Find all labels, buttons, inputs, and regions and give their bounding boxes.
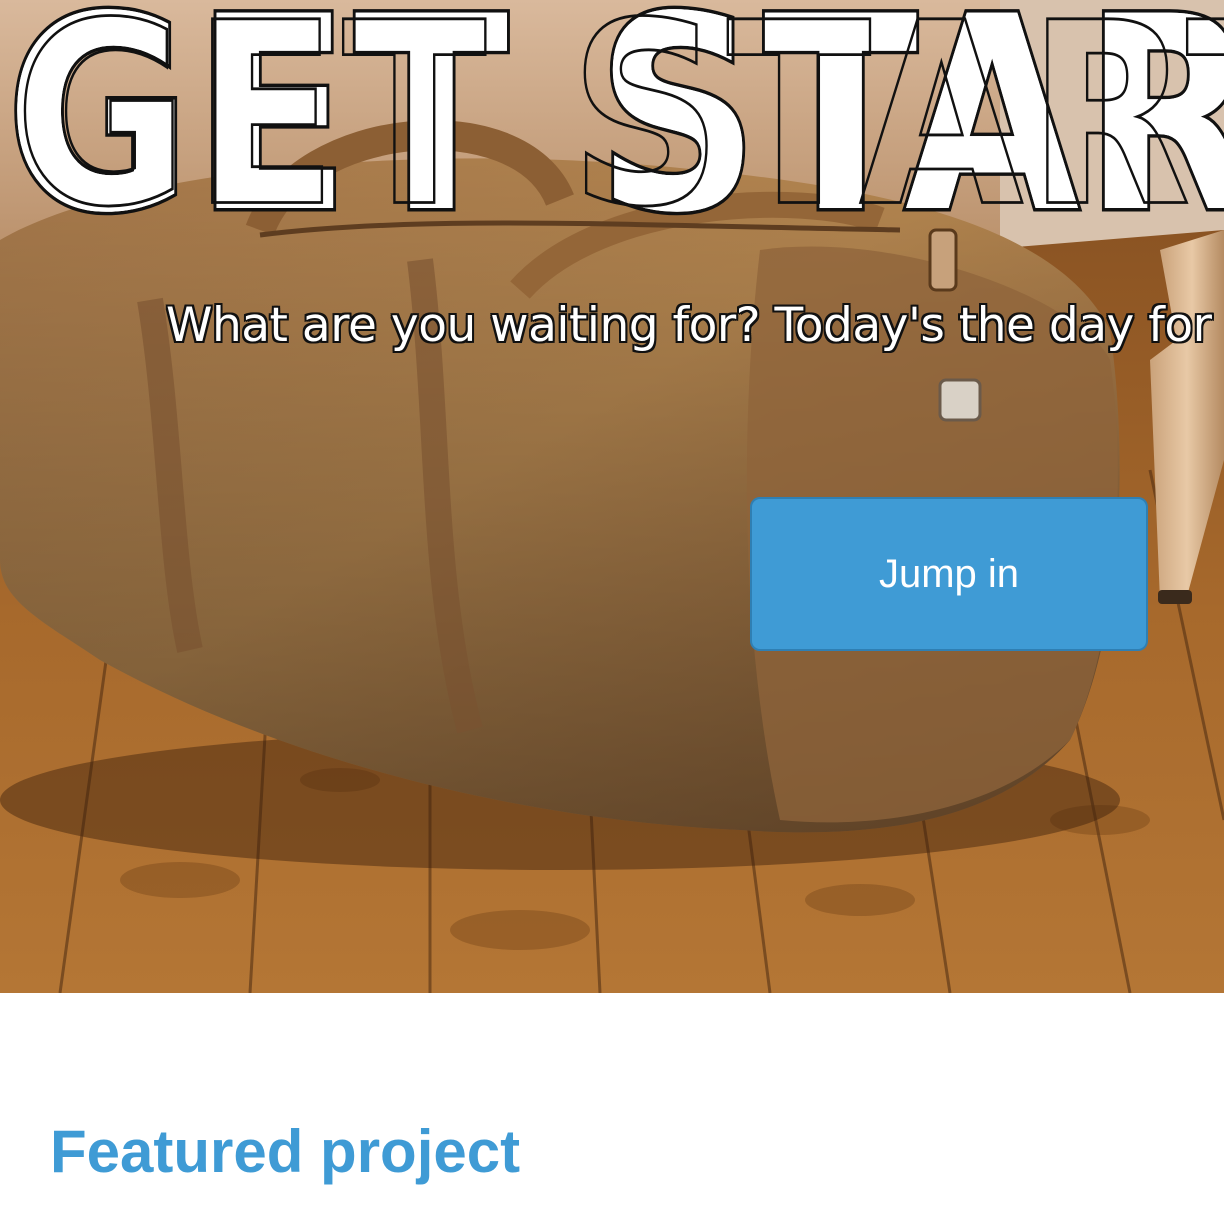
hero-headline: GET STARTED [3, 0, 1224, 272]
featured-project-heading: Featured project [50, 1118, 521, 1185]
hero-section: GET STARTED GET STARTED What are you wai… [0, 0, 1224, 993]
hero-tagline: What are you waiting for? Today's the da… [166, 298, 1212, 353]
jump-in-button[interactable]: Jump in [750, 497, 1148, 651]
featured-section: Featured project [0, 993, 1224, 1224]
